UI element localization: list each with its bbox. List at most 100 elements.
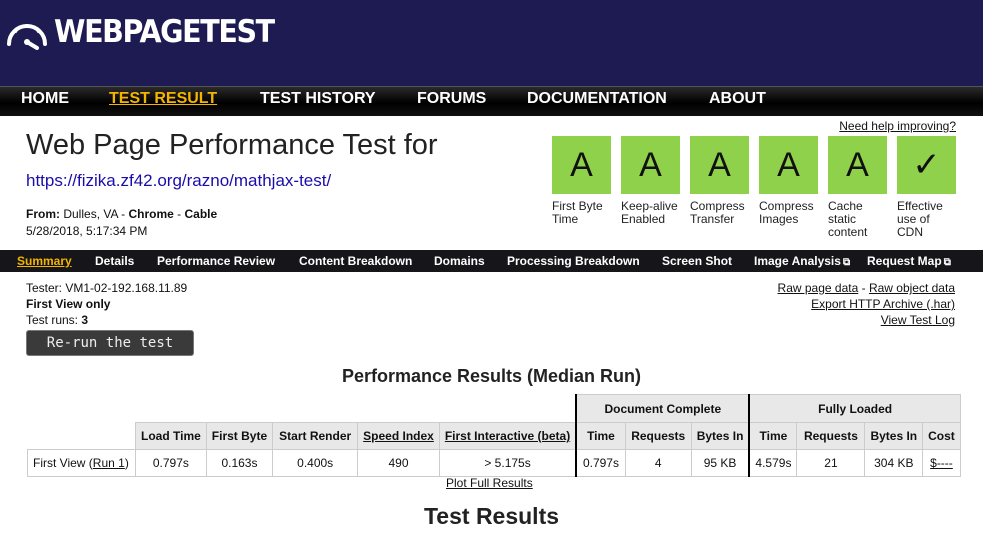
tab-summary[interactable]: Summary: [17, 254, 72, 268]
cell-doc-time: 0.797s: [575, 449, 626, 477]
grade-label: Compress Transfer: [690, 199, 745, 226]
nav-documentation[interactable]: DOCUMENTATION: [527, 90, 667, 108]
col-load-time: Load Time: [135, 422, 207, 450]
grade-cache-static[interactable]: A Cache static content: [828, 136, 887, 239]
cell-doc-requests: 4: [624, 449, 692, 477]
cell-load-time: 0.797s: [135, 449, 207, 477]
table-row: First View (Run 1) 0.797s 0.163s 0.400s …: [27, 449, 961, 477]
tab-performance-review[interactable]: Performance Review: [157, 254, 275, 268]
tab-request-map[interactable]: Request Map ⧉: [867, 254, 951, 268]
col-full-requests: Requests: [796, 422, 866, 450]
raw-object-data-link[interactable]: Raw object data: [869, 281, 955, 295]
nav-test-result[interactable]: TEST RESULT: [109, 90, 217, 108]
nav-home[interactable]: HOME: [21, 90, 69, 108]
cell-full-bytes: 304 KB: [864, 449, 924, 477]
grade-box: A: [759, 136, 818, 194]
cell-doc-bytes: 95 KB: [690, 449, 750, 477]
view-info: First View only: [26, 297, 111, 311]
col-doc-time: Time: [575, 422, 626, 450]
tester-info: Tester: VM1-02-192.168.11.89: [26, 281, 188, 295]
results-table: Document Complete Fully Loaded Load Time…: [27, 394, 961, 477]
view-test-log-link[interactable]: View Test Log: [881, 313, 955, 327]
raw-page-data-link[interactable]: Raw page data: [778, 281, 859, 295]
grade-box: A: [621, 136, 680, 194]
nav-test-history[interactable]: TEST HISTORY: [260, 90, 376, 108]
external-link-icon: ⧉: [842, 257, 851, 268]
plot-full-results-link[interactable]: Plot Full Results: [446, 476, 533, 490]
cell-speed-index: 490: [357, 449, 440, 477]
test-runs-label: Test runs:: [26, 313, 82, 327]
grade-box: A: [552, 136, 611, 194]
row-label: First View (Run 1): [27, 449, 136, 477]
cost-link[interactable]: $----: [930, 456, 953, 470]
cell-cost[interactable]: $----: [922, 449, 961, 477]
grade-box: A: [690, 136, 749, 194]
grade-label: Keep-alive Enabled: [621, 199, 678, 226]
cell-full-requests: 21: [796, 449, 866, 477]
logo[interactable]: WEBPAGETEST: [4, 14, 293, 50]
document-complete-header: Document Complete: [575, 394, 750, 423]
separator: -: [117, 207, 129, 221]
test-from: From: Dulles, VA - Chrome - Cable: [26, 207, 217, 221]
row-label-text: ): [124, 456, 129, 470]
cell-first-interactive: > 5.175s: [438, 449, 577, 477]
grade-box: ✓: [897, 136, 956, 194]
grade-keep-alive[interactable]: A Keep-alive Enabled: [621, 136, 680, 239]
fully-loaded-header: Fully Loaded: [748, 394, 961, 423]
test-runs: Test runs: 3: [26, 312, 187, 328]
row-label-text: First View (: [33, 456, 93, 470]
help-improving-link[interactable]: Need help improving?: [839, 119, 956, 133]
tab-content-breakdown[interactable]: Content Breakdown: [299, 254, 412, 268]
grade-cdn[interactable]: ✓ Effective use of CDN: [897, 136, 956, 239]
grade-first-byte[interactable]: A First Byte Time: [552, 136, 611, 239]
grade-label: Cache static content: [828, 199, 868, 239]
col-full-time: Time: [748, 422, 798, 450]
cell-full-time: 4.579s: [748, 449, 798, 477]
tab-processing-breakdown[interactable]: Processing Breakdown: [507, 254, 640, 268]
speedometer-icon: [7, 24, 47, 50]
grade-summary: A First Byte Time A Keep-alive Enabled A…: [552, 136, 966, 239]
run-1-link[interactable]: Run 1: [93, 456, 125, 470]
page-title: Web Page Performance Test for: [26, 129, 438, 161]
grade-box: A: [828, 136, 887, 194]
export-har-link[interactable]: Export HTTP Archive (.har): [811, 297, 955, 311]
from-browser: Chrome: [128, 207, 174, 221]
col-start-render: Start Render: [272, 422, 359, 450]
test-date: 5/28/2018, 5:17:34 PM: [26, 224, 148, 238]
speed-index-link[interactable]: Speed Index: [363, 429, 434, 443]
tested-url-link[interactable]: https://fizika.zf42.org/razno/mathjax-te…: [26, 171, 331, 191]
nav-about[interactable]: ABOUT: [709, 90, 766, 108]
result-tabs: Summary Details Performance Review Conte…: [0, 250, 983, 272]
table-spacer: [27, 422, 136, 450]
external-link-icon: ⧉: [943, 257, 951, 268]
cell-first-byte: 0.163s: [205, 449, 274, 477]
col-doc-bytes: Bytes In: [690, 422, 750, 450]
main-nav: HOME TEST RESULT TEST HISTORY FORUMS DOC…: [0, 86, 983, 116]
col-first-interactive[interactable]: First Interactive (beta): [438, 422, 577, 450]
grade-compress-transfer[interactable]: A Compress Transfer: [690, 136, 749, 239]
test-info: Tester: VM1-02-192.168.11.89 First View …: [26, 280, 187, 328]
cell-start-render: 0.400s: [272, 449, 359, 477]
tab-domains[interactable]: Domains: [434, 254, 485, 268]
first-interactive-link[interactable]: First Interactive (beta): [445, 429, 570, 443]
tab-image-analysis[interactable]: Image Analysis ⧉: [754, 254, 850, 268]
grade-label: Compress Images: [759, 199, 814, 226]
rerun-test-button[interactable]: Re-run the test: [26, 330, 194, 356]
performance-results-heading: Performance Results (Median Run): [341, 366, 642, 386]
tab-screen-shot[interactable]: Screen Shot: [662, 254, 732, 268]
col-first-byte: First Byte: [205, 422, 274, 450]
col-doc-requests: Requests: [624, 422, 692, 450]
tab-label: Request Map: [867, 254, 942, 268]
separator: -: [173, 207, 185, 221]
tab-label: Image Analysis: [754, 254, 841, 268]
table-spacer: [27, 394, 577, 423]
nav-forums[interactable]: FORUMS: [417, 90, 486, 108]
test-runs-value: 3: [81, 313, 89, 327]
grade-compress-images[interactable]: A Compress Images: [759, 136, 818, 239]
tab-details[interactable]: Details: [95, 254, 134, 268]
col-full-bytes: Bytes In: [864, 422, 924, 450]
logo-text: WEBPAGETEST: [54, 14, 275, 50]
col-speed-index[interactable]: Speed Index: [357, 422, 440, 450]
col-cost: Cost: [922, 422, 961, 450]
test-results-heading: Test Results: [423, 503, 560, 529]
